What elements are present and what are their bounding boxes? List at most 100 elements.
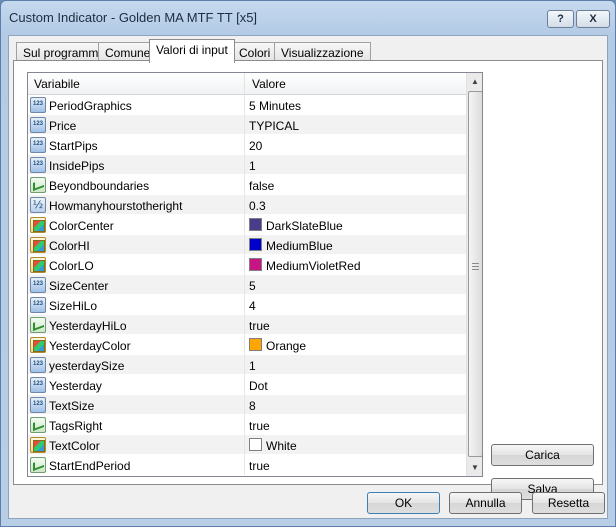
table-row[interactable]: Howmanyhourstotheright 0.3 [28, 195, 466, 215]
value-cell[interactable]: DarkSlateBlue [246, 215, 466, 235]
value-cell[interactable]: MediumBlue [246, 235, 466, 255]
variable-name: PeriodGraphics [49, 99, 132, 113]
variable-cell[interactable]: TagsRight [28, 415, 245, 435]
color-swatch [249, 338, 262, 351]
table-row[interactable]: yesterdaySize 1 [28, 355, 466, 375]
value-cell[interactable]: MediumVioletRed [246, 255, 466, 275]
value-cell[interactable]: Orange [246, 335, 466, 355]
variable-cell[interactable]: StartPips [28, 135, 245, 155]
color-swatch [249, 438, 262, 451]
value-cell[interactable]: 20 [246, 135, 466, 155]
variable-cell[interactable]: Beyondboundaries [28, 175, 245, 195]
variable-value: Orange [266, 339, 307, 353]
color-icon [30, 437, 46, 453]
variable-value: true [249, 459, 270, 473]
variable-cell[interactable]: TextSize [28, 395, 245, 415]
variable-cell[interactable]: ColorLO [28, 255, 245, 275]
variable-value: 1 [249, 159, 256, 173]
variable-name: SizeCenter [49, 279, 109, 293]
table-row[interactable]: SizeCenter 5 [28, 275, 466, 295]
variable-cell[interactable]: StartEndPeriod [28, 455, 245, 475]
table-row[interactable]: ColorHI MediumBlue [28, 235, 466, 255]
table-row[interactable]: SizeHiLo 4 [28, 295, 466, 315]
table-row[interactable]: StartPips 20 [28, 135, 466, 155]
value-cell[interactable]: 0.3 [246, 195, 466, 215]
tab-valori-di-input[interactable]: Valori di input [149, 39, 235, 63]
table-row[interactable]: ColorCenter DarkSlateBlue [28, 215, 466, 235]
value-cell[interactable]: 1 [246, 355, 466, 375]
ok-button[interactable]: OK [367, 492, 440, 514]
variable-cell[interactable]: TextColor [28, 435, 245, 455]
variable-value: TYPICAL [249, 119, 300, 133]
help-button[interactable]: ? [547, 10, 574, 28]
table-row[interactable]: InsidePips 1 [28, 155, 466, 175]
variable-name: Howmanyhourstotheright [49, 199, 183, 213]
int-icon [30, 377, 46, 393]
tab-colori[interactable]: Colori [232, 42, 278, 62]
column-header-value[interactable]: Valore [246, 73, 466, 95]
value-cell[interactable]: false [246, 175, 466, 195]
window-title: Custom Indicator - Golden MA MTF TT [x5] [9, 10, 258, 25]
variable-cell[interactable]: Yesterday [28, 375, 245, 395]
table-row[interactable]: Yesterday Dot [28, 375, 466, 395]
variable-name: ColorHI [49, 239, 90, 253]
variable-cell[interactable]: PeriodGraphics [28, 95, 245, 115]
table-row[interactable]: YesterdayColor Orange [28, 335, 466, 355]
variable-cell[interactable]: YesterdayHiLo [28, 315, 245, 335]
color-icon [30, 237, 46, 253]
table-row[interactable]: TagsRight true [28, 415, 466, 435]
variable-cell[interactable]: SizeHiLo [28, 295, 245, 315]
tab-visualizzazione[interactable]: Visualizzazione [274, 42, 371, 62]
scrollbar-thumb[interactable] [468, 91, 482, 457]
variable-cell[interactable]: yesterdaySize [28, 355, 245, 375]
table-row[interactable]: TextSize 8 [28, 395, 466, 415]
scroll-down-arrow-icon[interactable]: ▼ [467, 459, 482, 476]
value-cell[interactable]: true [246, 455, 466, 475]
cancel-button[interactable]: Annulla [449, 492, 522, 514]
variable-cell[interactable]: YesterdayColor [28, 335, 245, 355]
variable-name: TagsRight [49, 419, 103, 433]
variable-name: yesterdaySize [49, 359, 125, 373]
variable-name: YesterdayHiLo [49, 319, 127, 333]
value-cell[interactable]: 5 Minutes [246, 95, 466, 115]
table-row[interactable]: ColorLO MediumVioletRed [28, 255, 466, 275]
variable-name: StartEndPeriod [49, 459, 131, 473]
column-header-variable[interactable]: Variabile [28, 73, 245, 95]
value-cell[interactable]: true [246, 315, 466, 335]
variable-cell[interactable]: Howmanyhourstotheright [28, 195, 245, 215]
variable-cell[interactable]: SizeCenter [28, 275, 245, 295]
value-cell[interactable]: White [246, 435, 466, 455]
grid-vertical-scrollbar[interactable]: ▲ ▼ [466, 73, 482, 476]
value-cell[interactable]: 1 [246, 155, 466, 175]
variable-value: 5 [249, 279, 256, 293]
value-cell[interactable]: true [246, 415, 466, 435]
variable-value: 0.3 [249, 199, 266, 213]
table-row[interactable]: PeriodGraphics 5 Minutes [28, 95, 466, 115]
scrollbar-grip-icon [472, 263, 479, 270]
int-icon [30, 117, 46, 133]
reset-button[interactable]: Resetta [532, 492, 605, 514]
close-button[interactable]: X [576, 10, 610, 28]
value-cell[interactable]: 5 [246, 275, 466, 295]
value-cell[interactable]: TYPICAL [246, 115, 466, 135]
variable-name: ColorCenter [49, 219, 114, 233]
table-row[interactable]: StartEndPeriod true [28, 455, 466, 475]
value-cell[interactable]: Dot [246, 375, 466, 395]
variable-cell[interactable]: InsidePips [28, 155, 245, 175]
scroll-up-arrow-icon[interactable]: ▲ [467, 73, 482, 90]
variable-value: Dot [249, 379, 268, 393]
table-row[interactable]: TextColor White [28, 435, 466, 455]
load-button[interactable]: Carica [491, 444, 594, 466]
table-row[interactable]: Price TYPICAL [28, 115, 466, 135]
variable-cell[interactable]: ColorHI [28, 235, 245, 255]
table-row[interactable]: YesterdayHiLo true [28, 315, 466, 335]
value-cell[interactable]: 8 [246, 395, 466, 415]
variable-value: MediumVioletRed [266, 259, 361, 273]
variable-cell[interactable]: Price [28, 115, 245, 135]
table-row[interactable]: Beyondboundaries false [28, 175, 466, 195]
color-swatch [249, 218, 262, 231]
value-cell[interactable]: 4 [246, 295, 466, 315]
variable-value: 8 [249, 399, 256, 413]
variable-cell[interactable]: ColorCenter [28, 215, 245, 235]
title-bar[interactable]: Custom Indicator - Golden MA MTF TT [x5]… [1, 1, 615, 35]
